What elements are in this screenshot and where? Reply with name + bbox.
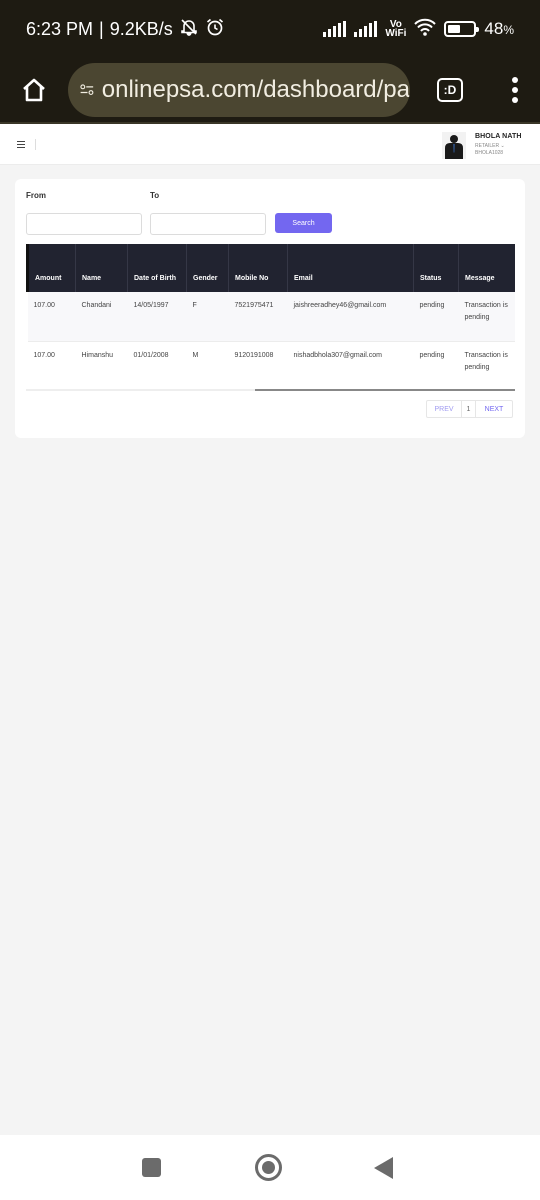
column-header: Gender [186, 244, 229, 292]
tab-switcher-button[interactable]: :D [410, 78, 490, 102]
status-time: 6:23 PM [26, 18, 94, 39]
table-cell: jaishreeradhey46@gmail.com [287, 292, 414, 342]
battery-fill [448, 25, 460, 33]
site-settings-icon[interactable] [80, 80, 94, 100]
browser-menu-button[interactable] [490, 77, 540, 103]
status-bar: 6:23 PM | 9.2KB/s Vo WiFi 48% [0, 0, 540, 58]
table-cell: Chandani [75, 292, 128, 342]
column-header: Status [413, 244, 459, 292]
column-header: Message [458, 244, 515, 292]
battery-unit: % [503, 23, 514, 37]
hamburger-menu-icon[interactable] [17, 141, 25, 148]
home-button-icon[interactable] [255, 1154, 282, 1181]
user-silhouette-icon [445, 135, 463, 159]
system-navigation-bar [0, 1135, 540, 1200]
page-number-1[interactable]: 1 [462, 401, 476, 417]
user-role[interactable]: RETAILER ⌄ [475, 143, 505, 149]
from-date-input[interactable] [26, 213, 142, 235]
scrollbar-thumb[interactable] [255, 389, 515, 391]
table-cell: 7521975471 [228, 292, 288, 342]
header-divider [35, 139, 36, 150]
menu-dot [512, 97, 518, 103]
prev-page-button[interactable]: PREV [427, 401, 462, 417]
table-cell: M [192, 351, 199, 359]
browser-toolbar: onlinepsa.com/dashboard/pa :D [0, 58, 540, 122]
home-icon [23, 78, 45, 102]
status-separator: | [99, 18, 104, 39]
table-cell: Transaction is pending [458, 292, 515, 342]
table-header-row: Amount Name Date of Birth Gender Mobile No Em… [26, 244, 515, 292]
table-cell: pending [419, 351, 445, 359]
wifi-icon [414, 18, 437, 41]
menu-dot [512, 77, 518, 83]
table-cell: F [186, 292, 229, 342]
column-header: Date of Birth [127, 244, 187, 292]
table-row: 107.00 Chandani 14/05/1997 F 7521975471 jaish… [27, 292, 515, 342]
user-name[interactable]: BHOLA NATH [475, 133, 522, 140]
recent-apps-icon[interactable] [142, 1158, 161, 1177]
report-card: From To Search Amount Name Date of Birth Ge… [15, 179, 525, 438]
url-text: onlinepsa.com/dashboard/pa [101, 76, 410, 103]
table-cell: Transaction is pending [464, 351, 508, 371]
battery-percent: 48% [484, 19, 514, 39]
avatar[interactable] [442, 132, 466, 159]
table-cell: Himanshu [81, 351, 114, 359]
column-header: Mobile No [228, 244, 288, 292]
search-button[interactable]: Search [275, 213, 332, 233]
tab-switcher-icon: :D [437, 78, 463, 102]
table-row: 107.00 Himanshu 01/01/2008 M 9120191008 nisha… [28, 341, 516, 390]
signal-icon-2 [354, 21, 378, 37]
table-cell: 9120191008 [234, 351, 274, 359]
table-cell: 01/01/2008 [133, 351, 169, 359]
back-icon[interactable] [374, 1157, 393, 1179]
to-date-input[interactable] [150, 213, 266, 235]
battery-icon [444, 21, 480, 37]
table-cell: 14/05/1997 [127, 292, 187, 342]
wifi-label: WiFi [385, 28, 407, 39]
to-label: To [150, 191, 160, 200]
bell-muted-icon [179, 17, 199, 42]
user-id: BHOLA1028 [475, 150, 504, 156]
browser-home-button[interactable] [0, 76, 68, 104]
table-cell: nishadbhola307@gmail.com [293, 351, 382, 359]
alarm-icon [205, 17, 225, 42]
column-header: Amount [26, 244, 76, 292]
table-cell: pending [413, 292, 459, 342]
battery-value: 48 [484, 19, 504, 38]
column-header: Email [287, 244, 414, 292]
horizontal-scrollbar[interactable] [26, 389, 515, 391]
table-cell: 107.00 [27, 292, 76, 342]
vowifi-indicator: Vo WiFi [385, 20, 407, 39]
pagination: PREV 1 NEXT [426, 400, 513, 418]
app-header: BHOLA NATH RETAILER ⌄ BHOLA1028 [0, 122, 540, 164]
menu-dot [512, 87, 518, 93]
from-label: From [26, 191, 46, 200]
status-network-speed: 9.2KB/s [109, 18, 173, 39]
transactions-table: Amount Name Date of Birth Gender Mobile No Em… [26, 244, 515, 390]
column-header: Name [75, 244, 128, 292]
table-cell: 107.00 [33, 351, 55, 359]
next-page-button[interactable]: NEXT [476, 401, 512, 417]
signal-icon [323, 21, 347, 37]
address-bar[interactable]: onlinepsa.com/dashboard/pa [68, 63, 410, 117]
